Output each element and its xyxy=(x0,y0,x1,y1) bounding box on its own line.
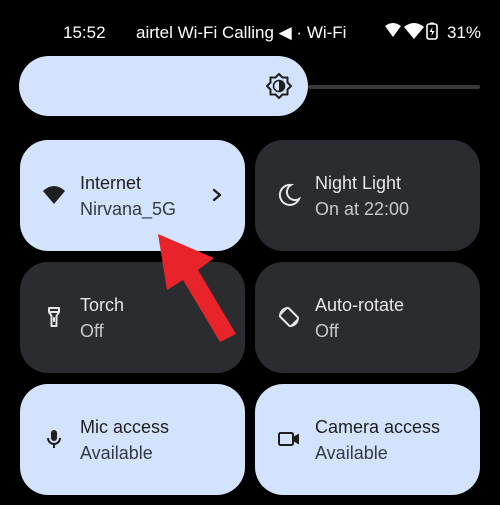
tile-camera-access[interactable]: Camera access Available xyxy=(255,384,480,495)
wifi-signal-icon xyxy=(404,23,424,39)
tile-mic-access[interactable]: Mic access Available xyxy=(20,384,245,495)
tile-subtitle: On at 22:00 xyxy=(315,199,410,219)
battery-icon xyxy=(426,22,438,40)
camera-icon xyxy=(278,432,299,446)
rotate-icon xyxy=(278,306,300,328)
tile-auto-rotate[interactable]: Auto-rotate Off xyxy=(255,262,480,373)
tile-title: Internet xyxy=(80,173,142,193)
brightness-track[interactable] xyxy=(308,85,480,89)
carrier-label: airtel Wi-Fi Calling ◀ · Wi-Fi xyxy=(136,23,347,42)
tile-title: Torch xyxy=(80,295,125,315)
status-time: 15:52 xyxy=(63,23,106,42)
tile-subtitle: Off xyxy=(315,321,339,341)
tile-subtitle: Nirvana_5G xyxy=(80,199,177,219)
tile-night-light[interactable]: Night Light On at 22:00 xyxy=(255,140,480,251)
annotation-arrow-icon xyxy=(158,234,236,342)
tile-title: Mic access xyxy=(80,417,170,437)
system-icons xyxy=(384,22,438,40)
mic-icon xyxy=(47,430,61,448)
moon-icon xyxy=(278,183,301,206)
brightness-slider[interactable] xyxy=(19,56,308,116)
battery-percentage: 31% xyxy=(447,23,482,42)
status-bar: 15:52 airtel Wi-Fi Calling ◀ · Wi-Fi 31% xyxy=(0,0,500,62)
chevron-right-icon[interactable] xyxy=(209,184,225,206)
torch-icon xyxy=(48,307,60,327)
tile-subtitle: Off xyxy=(80,321,104,341)
tile-subtitle: Available xyxy=(315,443,388,463)
wifi-icon xyxy=(43,186,65,204)
data-transfer-icon xyxy=(385,23,401,37)
tile-title: Camera access xyxy=(315,417,441,437)
brightness-icon xyxy=(266,73,292,99)
tile-title: Night Light xyxy=(315,173,402,193)
tile-title: Auto-rotate xyxy=(315,295,405,315)
tile-subtitle: Available xyxy=(80,443,153,463)
